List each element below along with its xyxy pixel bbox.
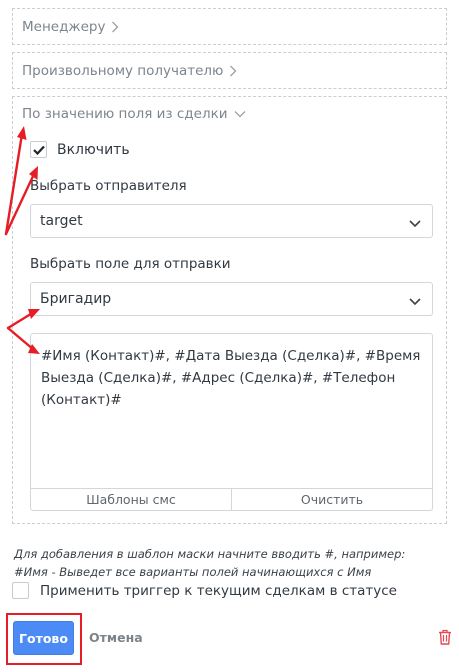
send-field-label: Выбрать поле для отправки	[30, 256, 231, 272]
apply-existing-row[interactable]: Применить триггер к текущим сделкам в ст…	[12, 582, 397, 599]
done-button[interactable]: Готово	[13, 621, 74, 655]
hint-line-1: Для добавления в шаблон маски начните вв…	[14, 547, 406, 561]
enable-row[interactable]: Включить	[30, 141, 130, 158]
apply-existing-checkbox[interactable]	[12, 582, 29, 599]
sms-template-text[interactable]: #Имя (Контакт)#, #Дата Выезда (Сделка)#,…	[31, 334, 432, 411]
apply-existing-label: Применить триггер к текущим сделкам в ст…	[40, 582, 397, 599]
recipient-option-manager[interactable]: Менеджеру	[12, 8, 447, 45]
chevron-down-icon	[409, 294, 421, 310]
sms-templates-button[interactable]: Шаблоны смс	[31, 489, 231, 510]
chevron-right-icon	[111, 21, 119, 33]
enable-checkbox[interactable]	[30, 141, 47, 158]
clear-button[interactable]: Очистить	[231, 489, 432, 510]
sender-value: target	[40, 213, 83, 229]
enable-label: Включить	[57, 141, 130, 158]
custom-recipient-label: Произвольному получателю	[22, 62, 224, 79]
send-field-value: Бригадир	[40, 291, 112, 307]
chevron-down-icon	[409, 216, 421, 232]
custom-recipient-header[interactable]: Произвольному получателю	[13, 53, 446, 88]
manager-label: Менеджеру	[22, 18, 106, 35]
manager-header[interactable]: Менеджеру	[13, 9, 446, 44]
checkmark-icon	[32, 145, 45, 155]
hint-line-2: #Имя - Выведет все варианты полей начина…	[14, 565, 372, 579]
sender-select[interactable]: target	[30, 204, 433, 238]
sender-label: Выбрать отправителя	[30, 178, 187, 194]
mask-hint: Для добавления в шаблон маски начните вв…	[14, 545, 405, 581]
chevron-down-icon	[234, 110, 246, 118]
by-field-label: По значению поля из сделки	[22, 106, 228, 122]
send-field-select[interactable]: Бригадир	[30, 282, 433, 316]
sms-template-editor[interactable]: #Имя (Контакт)#, #Дата Выезда (Сделка)#,…	[30, 333, 433, 511]
chevron-right-icon	[229, 65, 237, 77]
template-toolbar: Шаблоны смс Очистить	[31, 488, 432, 510]
recipient-option-by-field: По значению поля из сделки Включить Выбр…	[12, 96, 447, 524]
recipient-option-custom[interactable]: Произвольному получателю	[12, 52, 447, 89]
cancel-button[interactable]: Отмена	[89, 630, 143, 645]
by-field-header[interactable]: По значению поля из сделки	[13, 97, 446, 129]
trash-icon[interactable]	[438, 629, 452, 649]
